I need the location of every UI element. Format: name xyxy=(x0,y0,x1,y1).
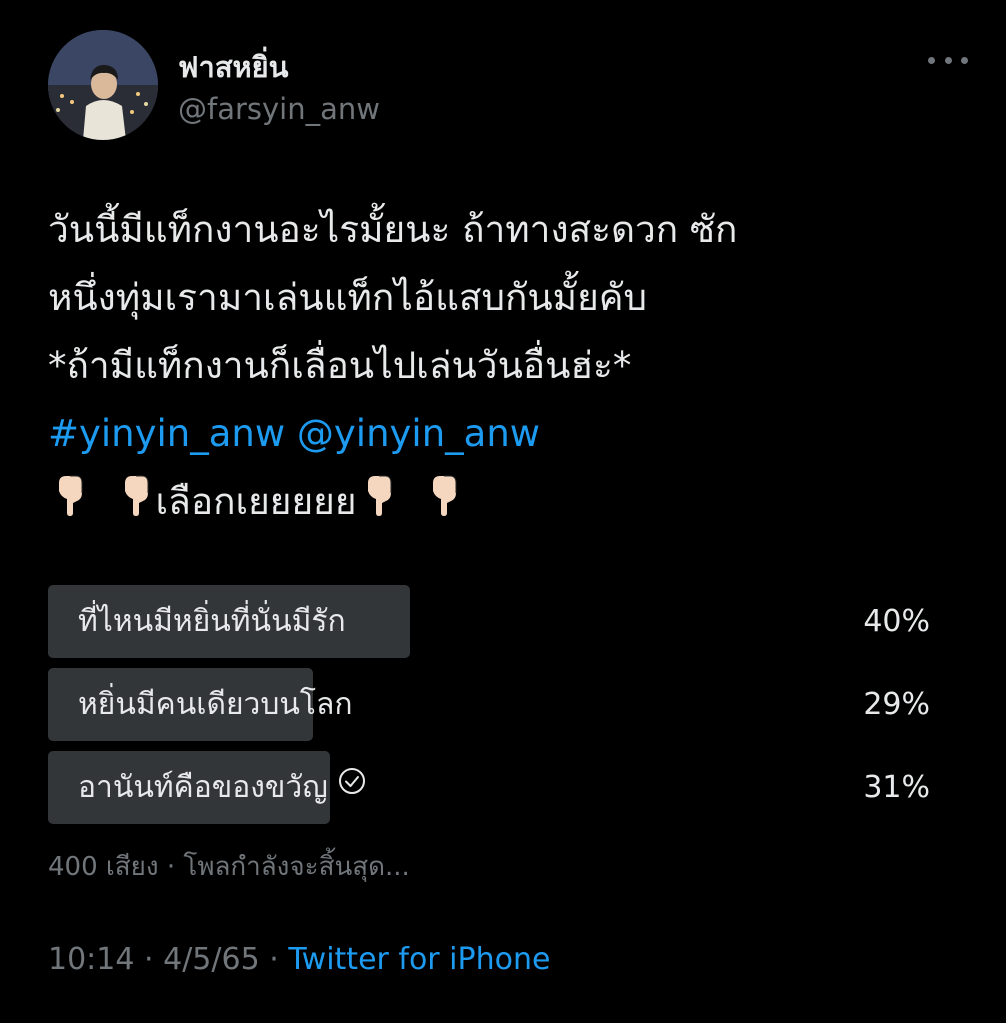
tweet-timestamp-row: 10:14 · 4/5/65 · Twitter for iPhone xyxy=(48,942,550,977)
poll-option: ที่ไหนมีหยิ่นที่นั่นมีรัก 40% xyxy=(48,585,930,658)
poll-option-label-wrap: อานันท์คือของขวัญ xyxy=(78,751,366,824)
tweet-emoji-line: เลือกเยยยยย xyxy=(48,468,958,538)
poll-status: โพลกำลังจะสิ้นสุด... xyxy=(183,852,410,882)
poll-option-percent: 31% xyxy=(863,770,930,805)
pointing-down-emoji-icon xyxy=(114,470,156,538)
pointing-down-emoji-icon xyxy=(422,470,464,538)
tweet-time[interactable]: 10:14 xyxy=(48,942,134,977)
poll: ที่ไหนมีหยิ่นที่นั่นมีรัก 40% หยิ่นมีคนเ… xyxy=(48,585,930,834)
separator: · xyxy=(166,852,176,882)
hashtag-link[interactable]: #yinyin_anw xyxy=(48,412,285,455)
tweet-line: วันนี้มีแท็กงานอะไรมั้ยนะ ถ้าทางสะดวก ซั… xyxy=(48,208,738,251)
poll-option-label: ที่ไหนมีหยิ่นที่นั่นมีรัก xyxy=(78,604,346,639)
poll-vote-count: 400 เสียง xyxy=(48,852,159,882)
author-display-name[interactable]: ฟาสหยิ่น xyxy=(178,44,288,90)
tweet-body: วันนี้มีแท็กงานอะไรมั้ยนะ ถ้าทางสะดวก ซั… xyxy=(48,196,958,538)
tweet-source-link[interactable]: Twitter for iPhone xyxy=(288,942,550,977)
separator: · xyxy=(144,942,154,977)
poll-option-percent: 40% xyxy=(863,604,930,639)
tweet-line: *ถ้ามีแท็กงานก็เลื่อนไปเล่นวันอื่นฮ่ะ* xyxy=(48,344,632,387)
poll-option-percent: 29% xyxy=(863,687,930,722)
avatar-photo xyxy=(48,30,158,140)
poll-option-label: หยิ่นมีคนเดียวบนโลก xyxy=(78,687,353,722)
avatar[interactable] xyxy=(48,30,158,140)
tweet-tags-line: #yinyin_anw @yinyin_anw xyxy=(48,400,958,468)
tweet-line: เลือกเยยยยย xyxy=(155,480,357,523)
more-options-icon[interactable] xyxy=(928,48,968,72)
more-dot xyxy=(944,56,952,64)
more-dot xyxy=(961,56,968,64)
tweet-header: ฟาสหยิ่น @farsyin_anw xyxy=(48,30,968,142)
pointing-down-emoji-icon xyxy=(48,470,90,538)
poll-meta: 400 เสียง · โพลกำลังจะสิ้นสุด... xyxy=(48,846,410,887)
author-handle[interactable]: @farsyin_anw xyxy=(178,92,380,126)
tweet-date[interactable]: 4/5/65 xyxy=(163,942,260,977)
poll-option: อานันท์คือของขวัญ 31% xyxy=(48,751,930,824)
pointing-down-emoji-icon xyxy=(357,470,399,538)
check-circle-icon xyxy=(338,749,366,822)
more-dot xyxy=(928,56,935,64)
separator: · xyxy=(269,942,279,977)
poll-option-label: อานันท์คือของขวัญ xyxy=(78,770,328,805)
poll-option: หยิ่นมีคนเดียวบนโลก 29% xyxy=(48,668,930,741)
tweet-line: หนึ่งทุ่มเรามาเล่นแท็กไอ้แสบกันมั้ยคับ xyxy=(48,276,647,319)
mention-link[interactable]: @yinyin_anw xyxy=(297,412,540,455)
